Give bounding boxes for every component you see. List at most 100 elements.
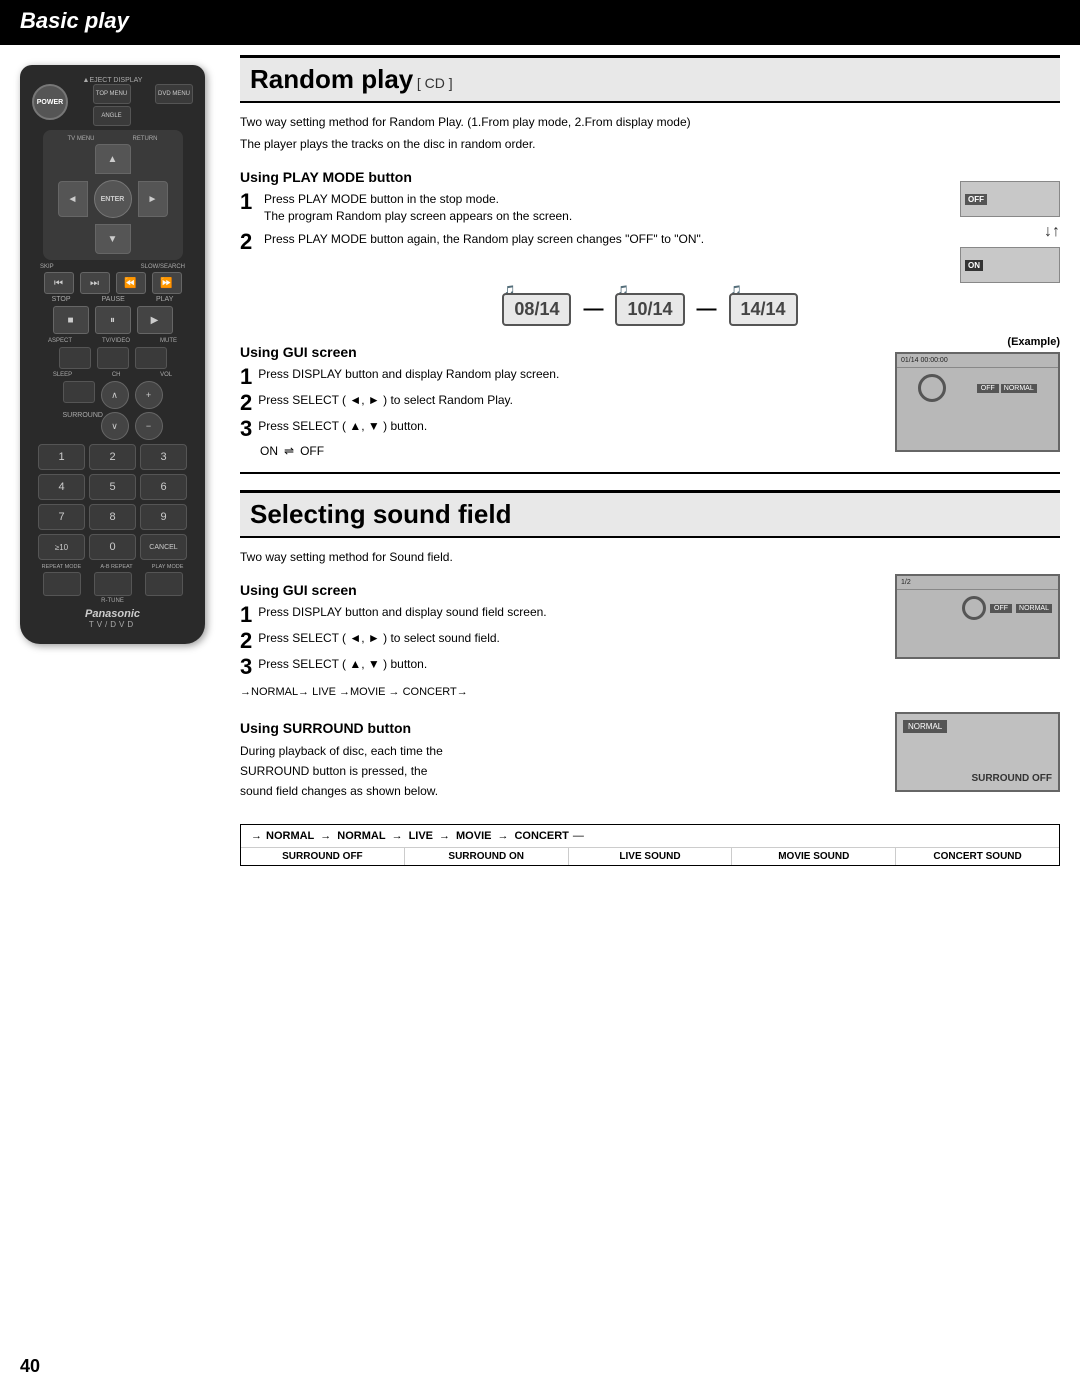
track-dash-1: — bbox=[583, 298, 603, 321]
gui-heading-random: Using GUI screen bbox=[240, 344, 878, 360]
slow-search-label: SLOW/SEARCH bbox=[141, 264, 185, 270]
vol-down-button[interactable]: − bbox=[135, 412, 163, 440]
num-10-button[interactable]: ≥10 bbox=[38, 534, 85, 560]
pause-button[interactable]: ⏸ bbox=[95, 306, 131, 334]
cancel-button[interactable]: CANCEL bbox=[140, 534, 187, 560]
stop-button[interactable]: ■ bbox=[53, 306, 89, 334]
num-7-button[interactable]: 7 bbox=[38, 504, 85, 530]
step-1-num: 1 bbox=[240, 191, 256, 213]
play-mode-label: PLAY MODE bbox=[152, 564, 184, 570]
random-play-section-header: Random play [ CD ] bbox=[240, 55, 1060, 103]
dvd-menu-button[interactable]: DVD MENU bbox=[155, 84, 193, 104]
number-grid: 1 2 3 4 5 6 7 8 9 ≥10 0 CANCEL bbox=[28, 444, 197, 560]
nav-up-button[interactable]: ▲ bbox=[95, 144, 131, 174]
flow-arrow-5: → bbox=[497, 830, 508, 842]
sleep-button[interactable] bbox=[63, 381, 95, 403]
play-mode-button[interactable] bbox=[145, 572, 183, 596]
gui-circle-icon bbox=[918, 374, 946, 402]
flow-arrow-normal: → bbox=[251, 830, 262, 842]
stop-label: STOP bbox=[52, 296, 71, 303]
step-1-row: 1 Press PLAY MODE button in the stop mod… bbox=[240, 191, 878, 225]
flow-arrows-row: → NORMAL → NORMAL → LIVE → MOVIE → CONCE… bbox=[241, 825, 1059, 848]
step-r2-num: 2 bbox=[240, 392, 252, 414]
nav-right-button[interactable]: ► bbox=[138, 181, 168, 217]
fast-forward-button[interactable]: ⏩ bbox=[152, 272, 182, 294]
page-title: Basic play bbox=[20, 8, 129, 34]
page-number: 40 bbox=[20, 1356, 40, 1377]
brand-logo: Panasonic bbox=[28, 608, 197, 620]
sound-field-flow: →NORMAL→ LIVE →MOVIE → CONCERT→ bbox=[240, 686, 878, 698]
surround-label: SURROUND bbox=[63, 412, 95, 440]
aspect-button[interactable] bbox=[59, 347, 91, 369]
flow-text: →NORMAL→ LIVE →MOVIE → CONCERT→ bbox=[240, 686, 468, 698]
nav-left-button[interactable]: ◄ bbox=[58, 181, 88, 217]
r-tune-label: R-TUNE bbox=[28, 598, 197, 604]
track-2: 10/14 bbox=[615, 293, 684, 326]
gui-screen-random: 01/14 00:00:00 OFF NORMAL bbox=[895, 352, 1060, 452]
num-8-button[interactable]: 8 bbox=[89, 504, 136, 530]
mute-button[interactable] bbox=[135, 347, 167, 369]
play-mode-section: Using PLAY MODE button 1 Press PLAY MODE… bbox=[240, 161, 1060, 283]
num-5-button[interactable]: 5 bbox=[89, 474, 136, 500]
surround-section: Using SURROUND button During playback of… bbox=[240, 712, 1060, 808]
flow-label-normal2: NORMAL bbox=[337, 830, 385, 842]
flow-label-live: LIVE bbox=[409, 830, 433, 842]
enter-button[interactable]: ENTER bbox=[94, 180, 132, 218]
enter-label: ENTER bbox=[101, 196, 125, 203]
num-1-button[interactable]: 1 bbox=[38, 444, 85, 470]
step-s1-num: 1 bbox=[240, 604, 252, 626]
sound-field-intro: Two way setting method for Sound field. bbox=[240, 548, 1060, 566]
play-label: PLAY bbox=[156, 296, 173, 303]
play-button[interactable]: ▶ bbox=[137, 306, 173, 334]
example-label: (Example) bbox=[1007, 336, 1060, 348]
nav-down-button[interactable]: ▼ bbox=[95, 224, 131, 254]
num-6-button[interactable]: 6 bbox=[140, 474, 187, 500]
flow-arrow-4: → bbox=[439, 830, 450, 842]
random-gui-section: Using GUI screen 1 Press DISPLAY button … bbox=[240, 336, 1060, 462]
rewind-button[interactable]: ⏪ bbox=[116, 272, 146, 294]
skip-next-button[interactable]: ⏭ bbox=[80, 272, 110, 294]
angle-button[interactable]: ANGLE bbox=[93, 106, 131, 126]
gui-heading-sound: Using GUI screen bbox=[240, 582, 878, 598]
step-r2-text: Press SELECT ( ◄, ► ) to select Random P… bbox=[258, 392, 878, 409]
remote-control: ▲EJECT DISPLAY POWER TOP MENU ANGLE DVD … bbox=[20, 65, 205, 644]
ch-down-button[interactable]: ∨ bbox=[101, 412, 129, 440]
mute-label: MUTE bbox=[160, 338, 177, 344]
top-menu-button[interactable]: TOP MENU bbox=[93, 84, 131, 104]
pause-label: PAUSE bbox=[102, 296, 125, 303]
num-0-button[interactable]: 0 bbox=[89, 534, 136, 560]
flow-arrow-2: → bbox=[320, 830, 331, 842]
tv-menu-label: TV MENU bbox=[68, 136, 95, 142]
step-2-text: Press PLAY MODE button again, the Random… bbox=[264, 231, 878, 248]
skip-prev-button[interactable]: ⏮ bbox=[44, 272, 74, 294]
page-header: Basic play bbox=[0, 0, 1080, 42]
track-3: 14/14 bbox=[729, 293, 798, 326]
flow-label-movie: MOVIE bbox=[456, 830, 491, 842]
bottom-flow-table: → NORMAL → NORMAL → LIVE → MOVIE → CONCE… bbox=[240, 824, 1060, 866]
on-screen: ON bbox=[960, 247, 1060, 283]
step-s3-text: Press SELECT ( ▲, ▼ ) button. bbox=[258, 656, 878, 673]
repeat-mode-button[interactable] bbox=[43, 572, 81, 596]
surround-desc2: SURROUND button is pressed, the bbox=[240, 762, 878, 780]
on-badge: ON bbox=[965, 260, 983, 271]
power-button[interactable]: POWER bbox=[32, 84, 68, 120]
sound-field-section-header: Selecting sound field bbox=[240, 490, 1060, 538]
vol-up-button[interactable]: + bbox=[135, 381, 163, 409]
ab-repeat-button[interactable] bbox=[94, 572, 132, 596]
ch-up-button[interactable]: ∧ bbox=[101, 381, 129, 409]
sound-field-title: Selecting sound field bbox=[250, 499, 511, 529]
surround-screen: NORMAL SURROUND OFF bbox=[895, 712, 1060, 792]
track-row: 🎵 08/14 — 🎵 10/14 — 🎵 14/14 bbox=[240, 293, 1060, 326]
section-divider bbox=[240, 472, 1060, 474]
num-9-button[interactable]: 9 bbox=[140, 504, 187, 530]
num-4-button[interactable]: 4 bbox=[38, 474, 85, 500]
surround-desc1: During playback of disc, each time the bbox=[240, 742, 878, 760]
random-play-intro2: The player plays the tracks on the disc … bbox=[240, 135, 1060, 153]
flow-arrow-icon: ⇌ bbox=[284, 444, 294, 458]
num-3-button[interactable]: 3 bbox=[140, 444, 187, 470]
num-2-button[interactable]: 2 bbox=[89, 444, 136, 470]
gui-page-indicator: 1/2 bbox=[901, 579, 911, 586]
tv-video-button[interactable] bbox=[97, 347, 129, 369]
gui-circle-sound-icon bbox=[962, 596, 986, 620]
step-s3-num: 3 bbox=[240, 656, 252, 678]
